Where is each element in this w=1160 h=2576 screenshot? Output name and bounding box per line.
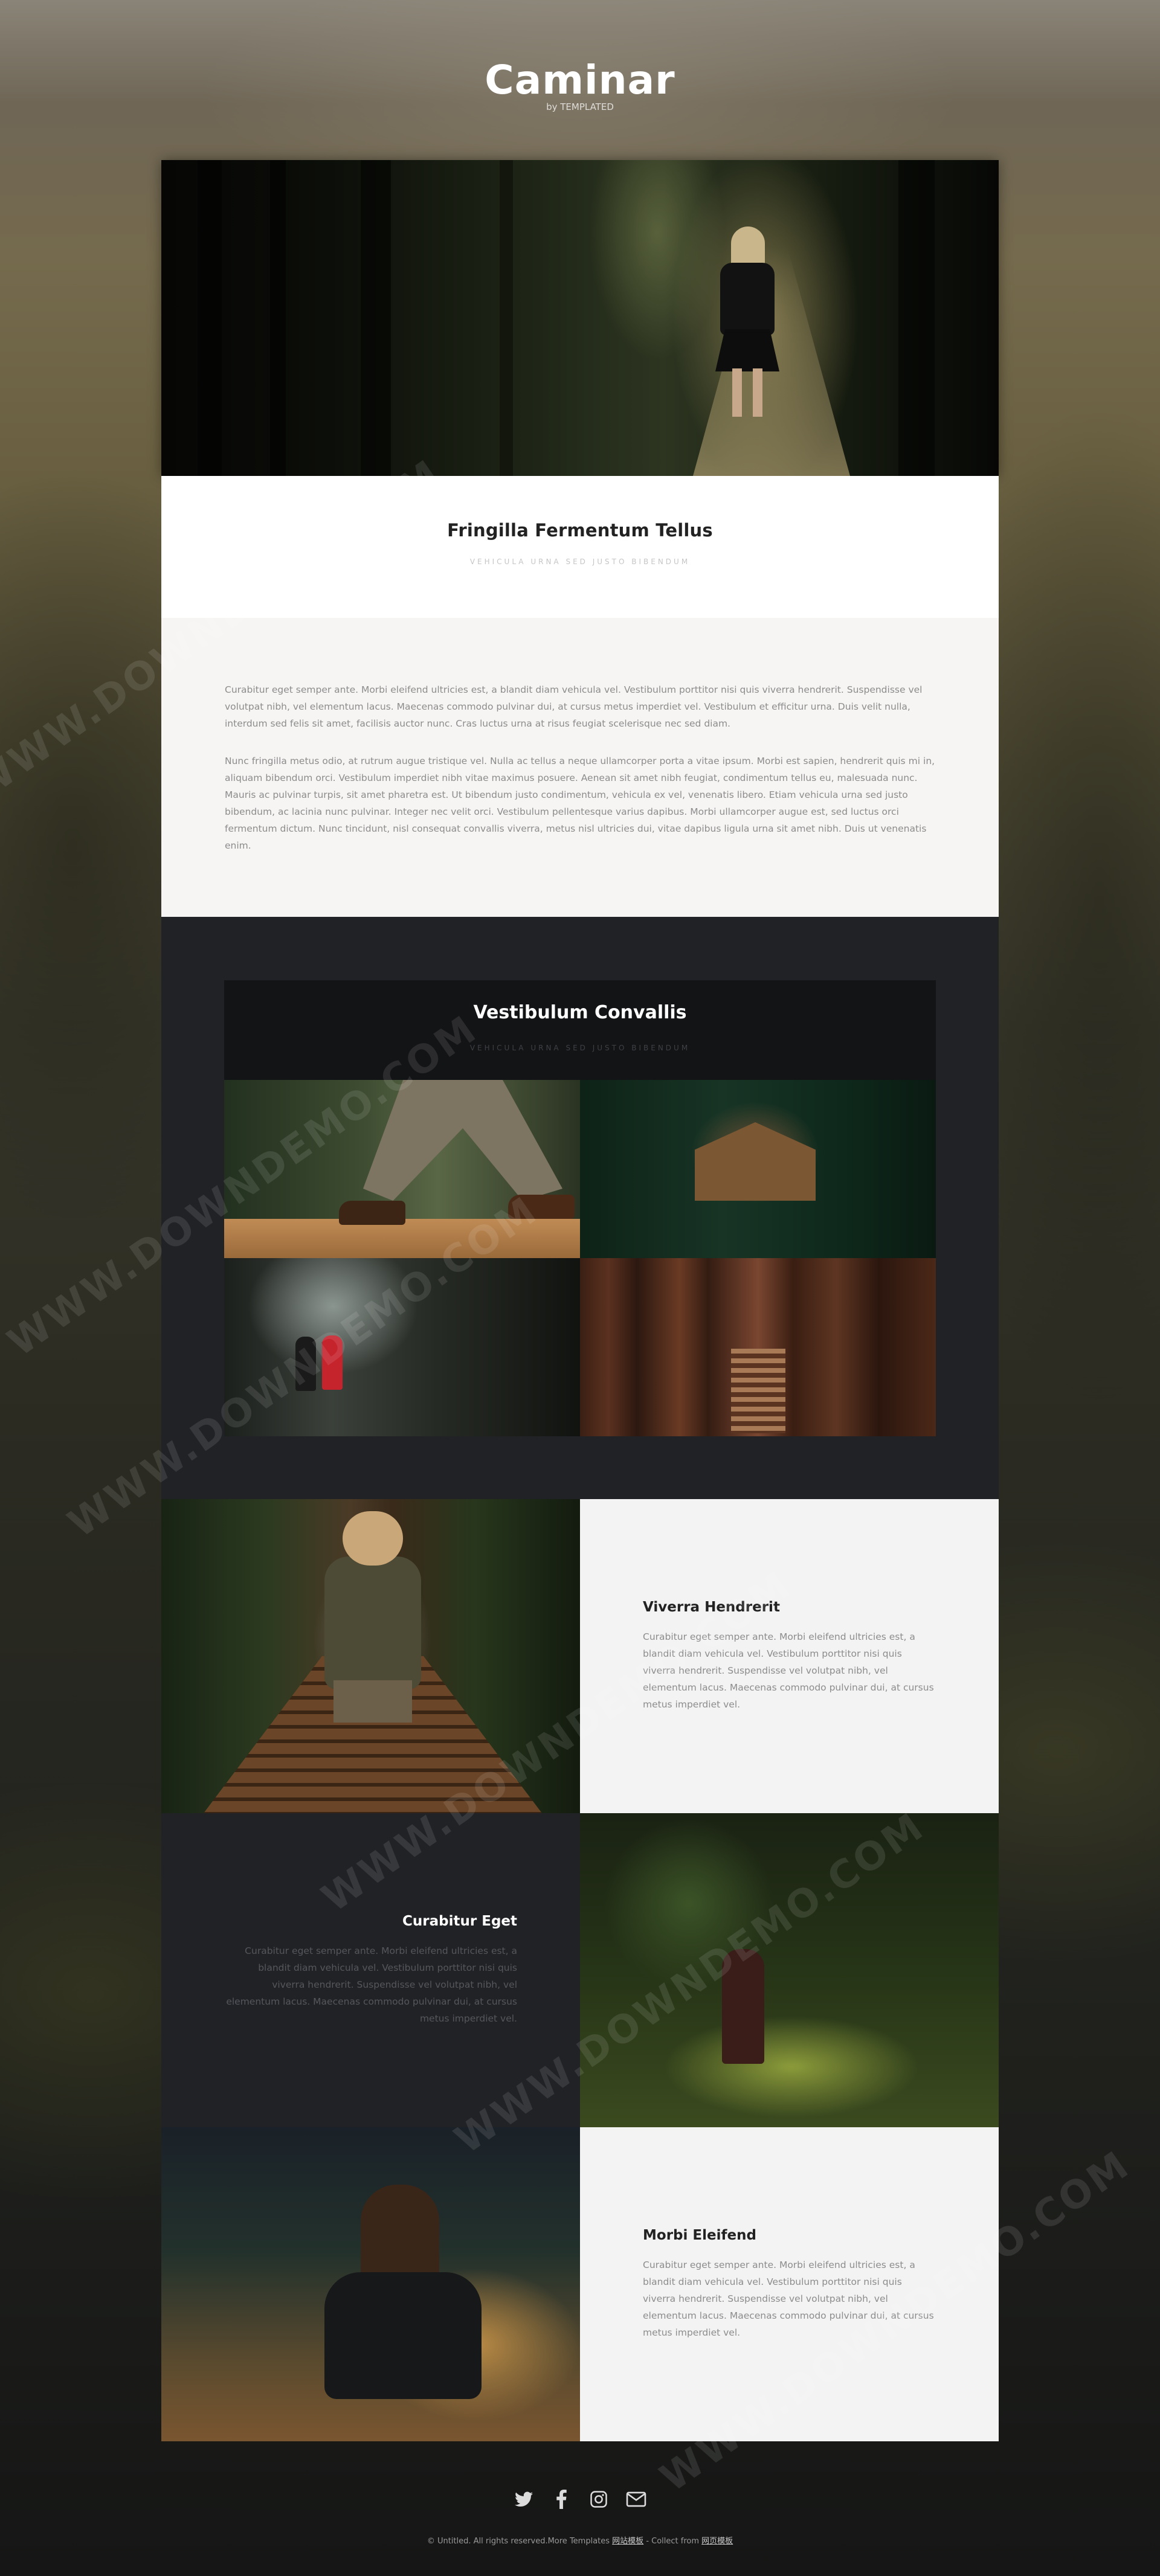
feature-text: Curabitur eget semper ante. Morbi eleife… bbox=[643, 2260, 934, 2338]
feature-content: Morbi Eleifend Curabitur eget semper ant… bbox=[580, 2127, 999, 2441]
feature-image-sitting-woman bbox=[161, 2127, 580, 2441]
envelope-icon[interactable] bbox=[625, 2488, 647, 2510]
feature-content: Curabitur Eget Curabitur eget semper ant… bbox=[161, 1813, 580, 2127]
gallery-image-hikers-fog[interactable] bbox=[224, 1258, 580, 1436]
copyright-text: © Untitled. All rights reserved.More Tem… bbox=[427, 2537, 610, 2546]
banner-image bbox=[161, 160, 999, 476]
instagram-icon[interactable] bbox=[588, 2488, 610, 2510]
feature-title: Morbi Eleifend bbox=[643, 2228, 756, 2243]
gallery-image-boots[interactable] bbox=[224, 1080, 580, 1258]
intro-paragraph: Nunc fringilla metus odio, at rutrum aug… bbox=[225, 756, 935, 851]
intro-header: Fringilla Fermentum Tellus VEHICULA URNA… bbox=[161, 476, 999, 618]
gallery-title: Vestibulum Convallis bbox=[473, 1002, 687, 1023]
feature-text: Curabitur eget semper ante. Morbi eleife… bbox=[643, 1631, 934, 1710]
feature-content: Viverra Hendrerit Curabitur eget semper … bbox=[580, 1499, 999, 1813]
tree-trunk bbox=[361, 160, 391, 476]
gallery-image-forest-stairs[interactable] bbox=[580, 1258, 936, 1436]
gallery-grid bbox=[224, 1080, 936, 1436]
gallery: Vestibulum Convallis VEHICULA URNA SED J… bbox=[224, 980, 936, 1436]
feature-image-walker bbox=[580, 1813, 999, 2127]
feature-row: Morbi Eleifend Curabitur eget semper ant… bbox=[161, 2127, 999, 2441]
byline: by TEMPLATED bbox=[546, 101, 614, 112]
copyright-middle: - Collect from bbox=[643, 2537, 702, 2546]
feature-row: Viverra Hendrerit Curabitur eget semper … bbox=[161, 1499, 999, 1813]
intro-subtitle: VEHICULA URNA SED JUSTO BIBENDUM bbox=[469, 557, 691, 566]
twitter-icon[interactable] bbox=[513, 2488, 535, 2510]
tree-trunk bbox=[500, 160, 513, 476]
site-header: Caminar by TEMPLATED bbox=[0, 60, 1160, 113]
gallery-header: Vestibulum Convallis VEHICULA URNA SED J… bbox=[224, 980, 936, 1080]
intro-title: Fringilla Fermentum Tellus bbox=[447, 520, 713, 541]
feature-title: Curabitur Eget bbox=[402, 1913, 517, 1929]
feature-image-hiker bbox=[161, 1499, 580, 1813]
feature-text: Curabitur eget semper ante. Morbi eleife… bbox=[226, 1945, 517, 2024]
gallery-section: Vestibulum Convallis VEHICULA URNA SED J… bbox=[161, 917, 999, 1499]
site-footer: © Untitled. All rights reserved.More Tem… bbox=[0, 2488, 1160, 2546]
gallery-image-cabin[interactable] bbox=[580, 1080, 936, 1258]
social-links bbox=[0, 2488, 1160, 2510]
feature-title: Viverra Hendrerit bbox=[643, 1599, 780, 1615]
facebook-icon[interactable] bbox=[550, 2488, 572, 2510]
collect-link[interactable]: 网页模板 bbox=[701, 2537, 733, 2546]
intro-body: Curabitur eget semper ante. Morbi eleife… bbox=[161, 618, 999, 917]
templates-link[interactable]: 网站模板 bbox=[612, 2537, 643, 2546]
gallery-subtitle: VEHICULA URNA SED JUSTO BIBENDUM bbox=[469, 1044, 691, 1052]
intro-paragraph: Curabitur eget semper ante. Morbi eleife… bbox=[225, 684, 923, 729]
tree-trunk bbox=[898, 160, 935, 476]
brand-logo[interactable]: Caminar bbox=[0, 60, 1160, 100]
tree-trunk bbox=[270, 160, 286, 476]
tree-trunk bbox=[198, 160, 222, 476]
copyright: © Untitled. All rights reserved.More Tem… bbox=[0, 2534, 1160, 2546]
walking-woman bbox=[708, 226, 787, 420]
feature-row: Curabitur Eget Curabitur eget semper ant… bbox=[161, 1813, 999, 2127]
